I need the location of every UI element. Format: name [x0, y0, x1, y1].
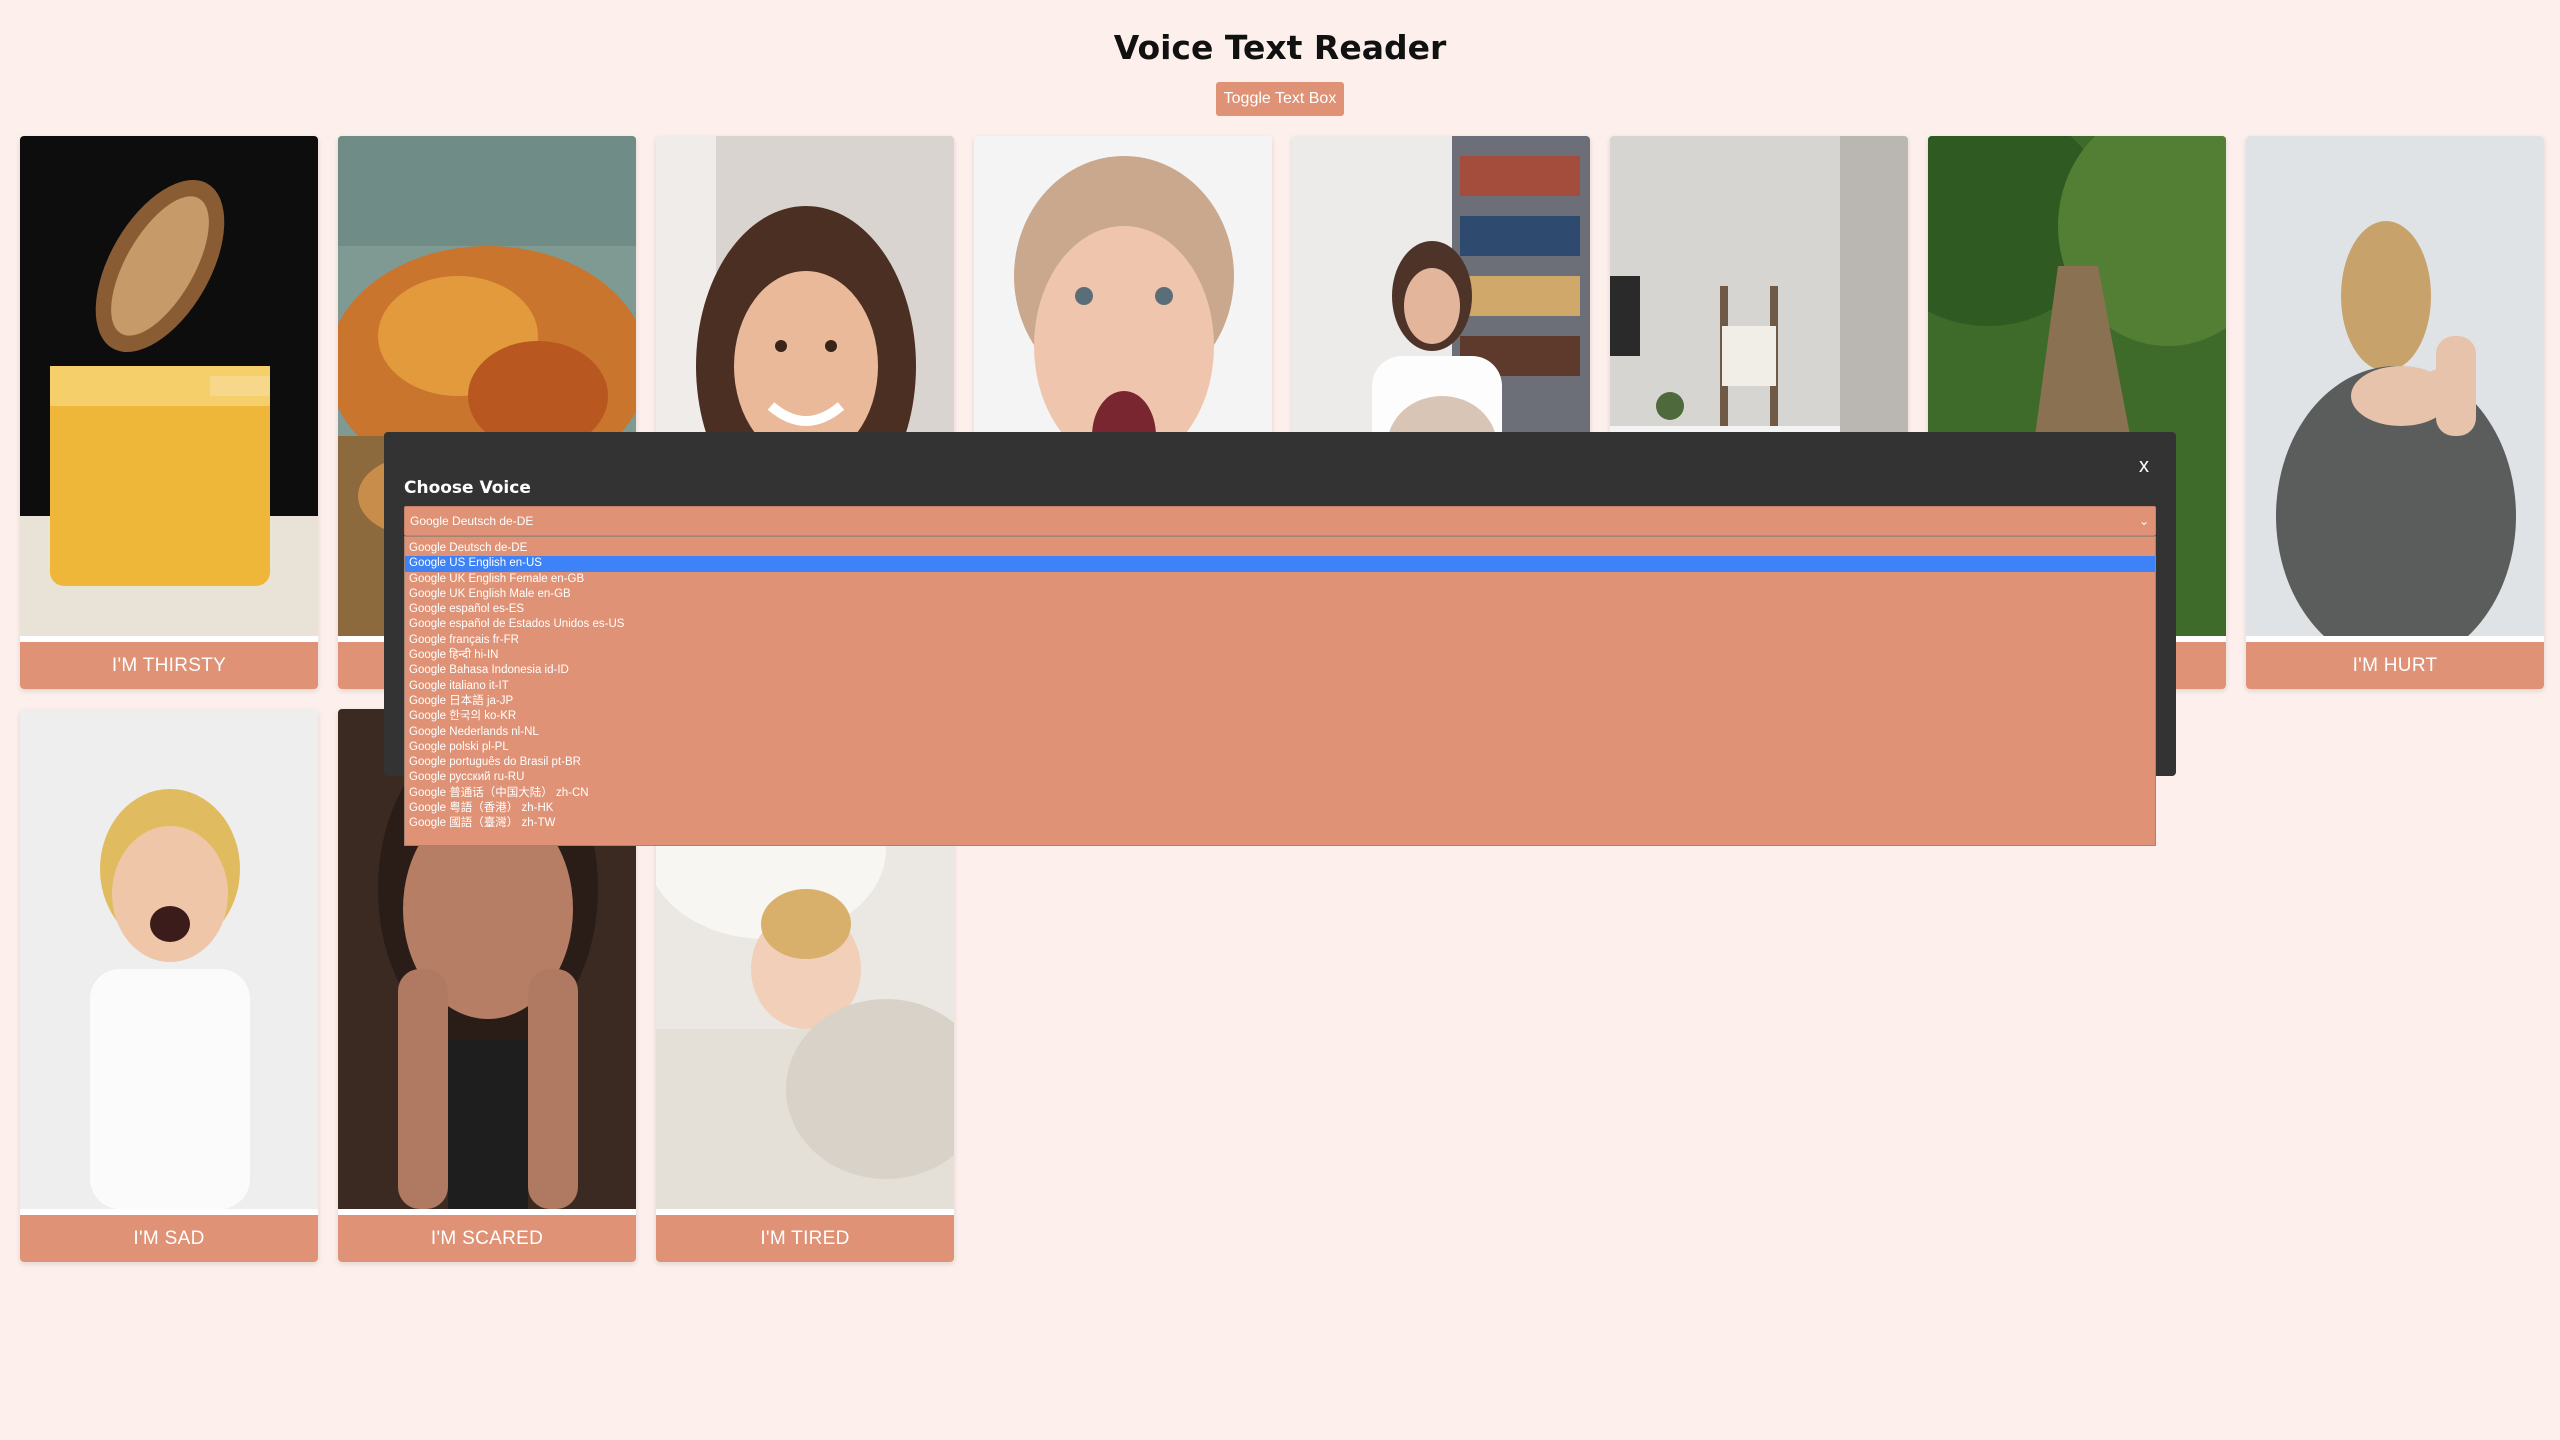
voice-option[interactable]: Google 日本語 ja-JP — [405, 694, 2155, 709]
voice-option[interactable]: Google UK English Male en-GB — [405, 587, 2155, 602]
voice-option[interactable]: Google español es-ES — [405, 602, 2155, 617]
card-label: I'M TIRED — [656, 1215, 954, 1262]
voice-option[interactable]: Google हिन्दी hi-IN — [405, 648, 2155, 663]
toggle-text-box-button[interactable]: Toggle Text Box — [1216, 82, 1344, 116]
modal-heading: Choose Voice — [404, 478, 531, 498]
voice-option[interactable]: Google 普通话（中国大陆） zh-CN — [405, 786, 2155, 801]
voice-option[interactable]: Google US English en-US — [405, 556, 2155, 572]
card-label: I'M THIRSTY — [20, 642, 318, 689]
voice-option[interactable]: Google Deutsch de-DE — [405, 541, 2155, 556]
voice-option[interactable]: Google polski pl-PL — [405, 740, 2155, 755]
card-sad[interactable]: I'M SAD — [20, 709, 318, 1262]
voice-select[interactable]: Google Deutsch de-DE ⌄ — [404, 506, 2156, 536]
voice-option[interactable]: Google français fr-FR — [405, 633, 2155, 648]
crying-boy-photo — [20, 709, 318, 1209]
card-hurt[interactable]: I'M HURT — [2246, 136, 2544, 689]
voice-option[interactable]: Google 國語（臺灣） zh-TW — [405, 816, 2155, 831]
voice-option[interactable]: Google русский ru-RU — [405, 770, 2155, 785]
voice-option[interactable]: Google Bahasa Indonesia id-ID — [405, 663, 2155, 678]
voice-dropdown-list[interactable]: Google Deutsch de-DE Google US English en… — [404, 536, 2156, 846]
shoulder-pain-photo — [2246, 136, 2544, 636]
voice-option[interactable]: Google 한국의 ko-KR — [405, 709, 2155, 724]
voice-option[interactable]: Google UK English Female en-GB — [405, 572, 2155, 587]
chevron-down-icon: ⌄ — [2138, 514, 2149, 528]
voice-option[interactable]: Google italiano it-IT — [405, 679, 2155, 694]
voice-option[interactable]: Google 粤語（香港） zh-HK — [405, 801, 2155, 816]
voice-option[interactable]: Google português do Brasil pt-BR — [405, 755, 2155, 770]
selected-voice: Google Deutsch de-DE — [410, 514, 534, 528]
voice-option[interactable]: Google español de Estados Unidos es-US — [405, 617, 2155, 632]
card-label: I'M SAD — [20, 1215, 318, 1262]
voice-option[interactable]: Google Nederlands nl-NL — [405, 725, 2155, 740]
lemon-drink-photo — [20, 136, 318, 636]
page-title: Voice Text Reader — [1113, 28, 1447, 67]
card-label: I'M SCARED — [338, 1215, 636, 1262]
card-thirsty[interactable]: I'M THIRSTY — [20, 136, 318, 689]
card-label: I'M HURT — [2246, 642, 2544, 689]
close-button[interactable]: x — [2132, 452, 2156, 480]
